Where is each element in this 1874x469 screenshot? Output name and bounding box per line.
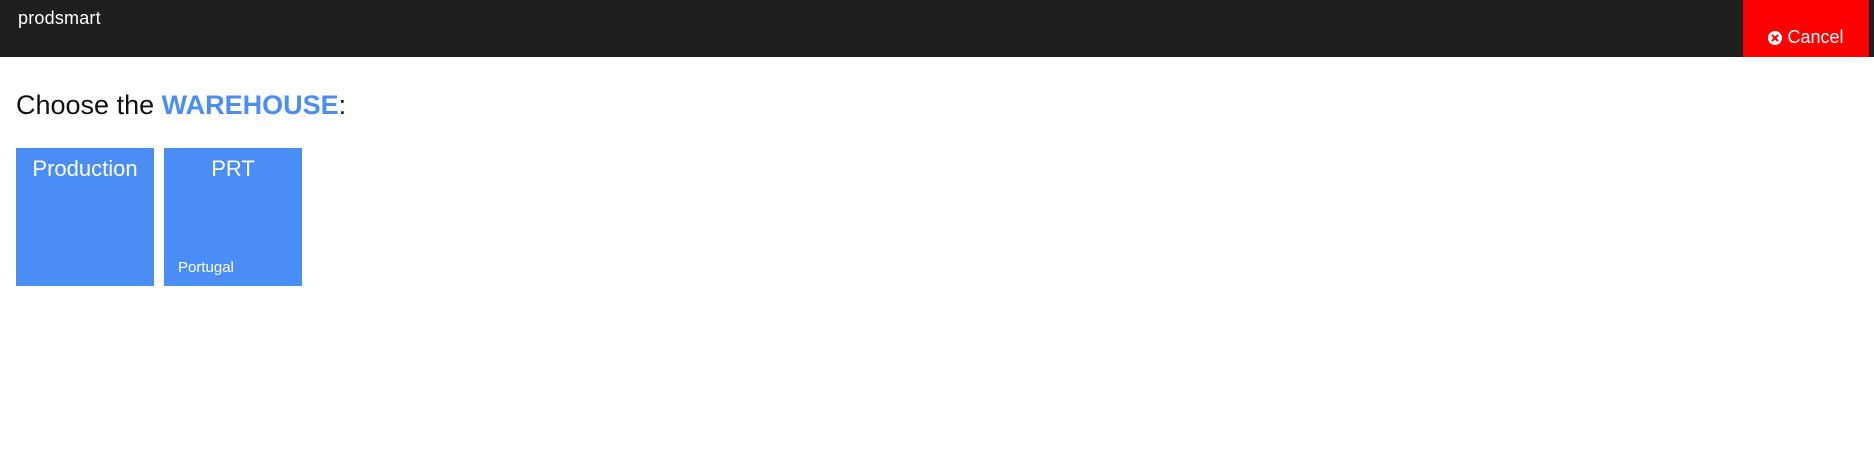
warehouse-location: Portugal xyxy=(178,259,234,276)
brand-logo-text: prodsmart xyxy=(18,8,101,28)
warehouse-tile-prt[interactable]: PRT Portugal xyxy=(164,148,302,286)
warehouse-tiles: Production PRT Portugal xyxy=(16,148,302,286)
cancel-label: Cancel xyxy=(1787,27,1844,47)
title-prefix: Choose the xyxy=(16,90,162,120)
times-circle-icon xyxy=(1768,30,1783,45)
top-bar: prodsmart Cancel xyxy=(0,0,1874,57)
title-suffix: : xyxy=(338,90,347,120)
title-emphasis: WAREHOUSE xyxy=(161,90,339,120)
page-title: Choose the WAREHOUSE: xyxy=(16,90,346,121)
warehouse-name: Production xyxy=(32,156,138,181)
warehouse-tile-production[interactable]: Production xyxy=(16,148,154,286)
cancel-button[interactable]: Cancel xyxy=(1743,0,1869,57)
warehouse-name: PRT xyxy=(211,156,255,181)
